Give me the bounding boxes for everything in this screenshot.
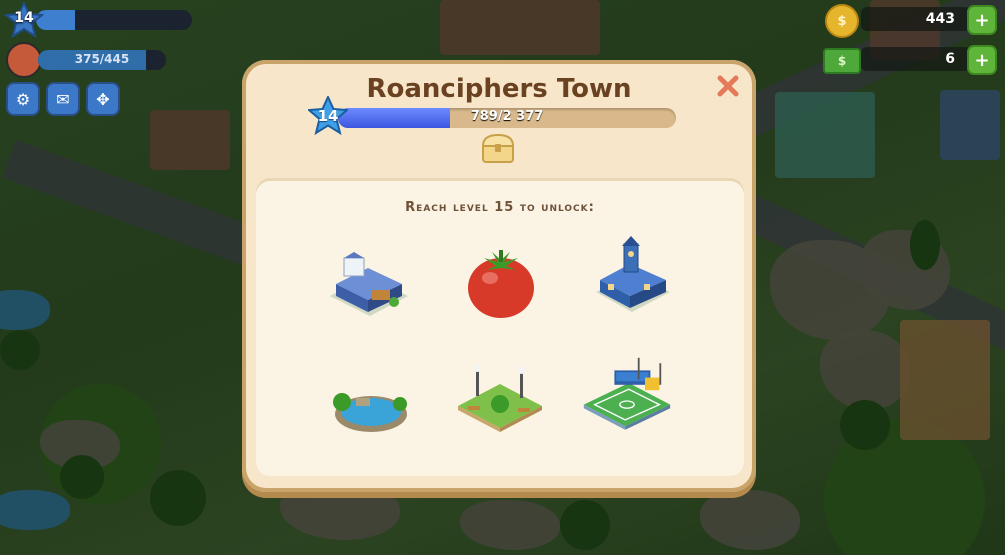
population-value: 375/445 [74,52,130,66]
chest-icon[interactable] [480,132,516,164]
cash-icon: $ [823,48,861,74]
coins-counter: 443 [861,7,971,31]
mail-button[interactable]: ✉ [46,82,80,116]
tomato-icon[interactable] [456,242,546,322]
park-icon[interactable] [454,356,544,436]
move-arrows-icon: ✥ [96,89,110,109]
player-level-number: 14 [14,10,34,26]
player-level-badge[interactable]: 14 [3,0,45,39]
close-icon[interactable] [716,74,740,98]
settings-button[interactable]: ⚙ [6,82,40,116]
town-level-number: 14 [317,107,339,125]
soccer-field-icon[interactable] [582,352,672,432]
gear-icon: ⚙ [15,89,31,109]
coin-icon: $ [825,4,859,38]
add-cash-button[interactable]: + [967,45,997,75]
unlock-heading: Reach level 15 to unlock: [405,200,595,215]
town-xp-value: 789/2 377 [470,109,544,124]
school-building-icon[interactable] [586,236,676,316]
move-button[interactable]: ✥ [86,82,120,116]
avatar[interactable] [6,42,42,78]
player-xp-bar [36,10,192,30]
add-coins-button[interactable]: + [967,5,997,35]
cash-counter: 6 [861,47,971,71]
mail-icon: ✉ [56,89,70,109]
factory-building-icon[interactable] [322,244,412,324]
town-level-dialog: Roanciphers Town 789/2 377 14 Reach leve… [242,60,756,492]
pond-icon[interactable] [326,368,416,448]
unlock-panel: Reach level 15 to unlock: [256,178,744,476]
population-bar[interactable]: 375/445 [38,50,166,70]
town-xp-bar: 789/2 377 [338,108,676,128]
